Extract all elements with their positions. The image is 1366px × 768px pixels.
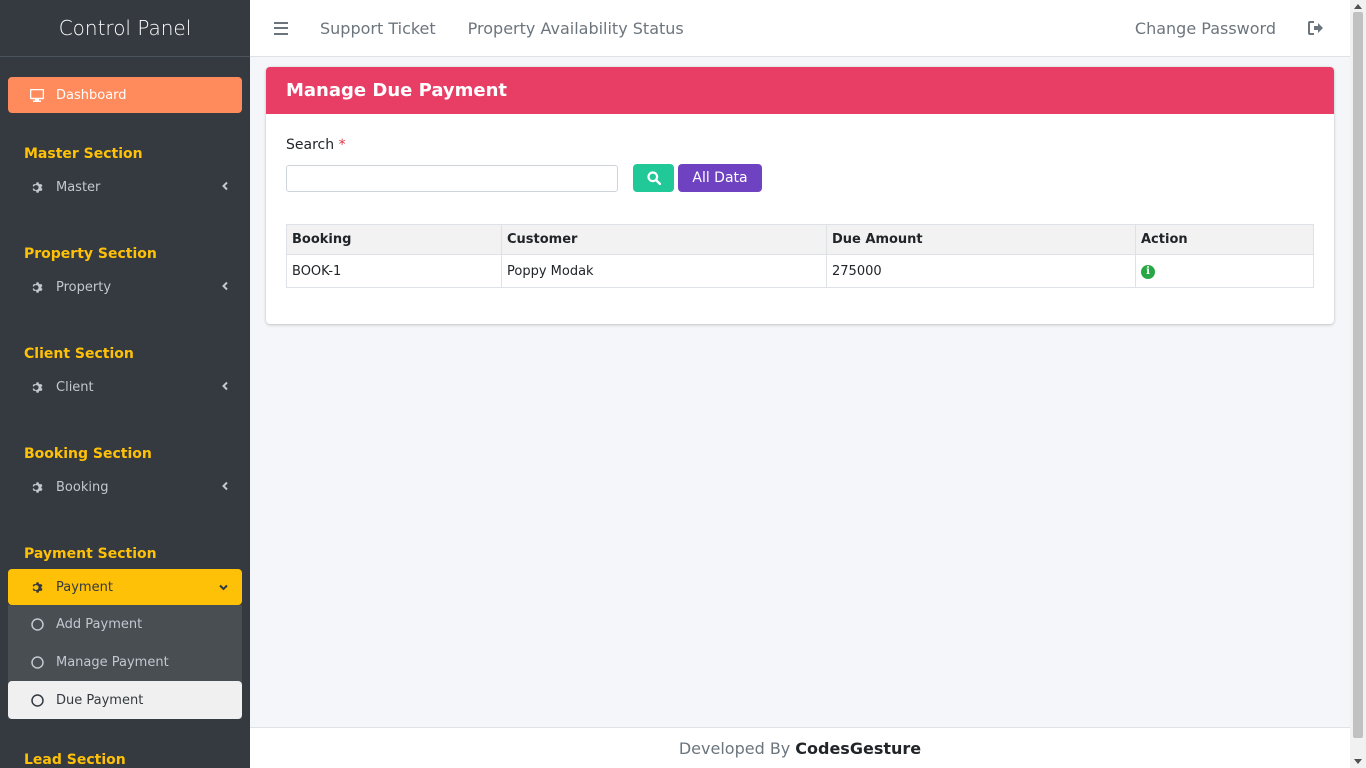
section-header-property: Property Section <box>24 246 157 262</box>
scroll-up-icon[interactable] <box>1354 4 1362 9</box>
sidebar-item-payment[interactable]: Payment <box>8 569 242 605</box>
section-header-master: Master Section <box>24 146 143 162</box>
sidebar-item-add-payment[interactable]: Add Payment <box>8 605 242 643</box>
sidebar-item-label: Payment <box>56 579 113 595</box>
search-label-text: Search <box>286 137 335 153</box>
footer-prefix: Developed By <box>678 738 791 758</box>
sidebar-item-label: Booking <box>56 479 109 495</box>
sign-out-icon[interactable] <box>1308 21 1324 35</box>
nav-support-ticket[interactable]: Support Ticket <box>320 19 436 38</box>
sidebar-item-dashboard[interactable]: Dashboard <box>8 77 242 113</box>
section-header-booking: Booking Section <box>24 446 152 462</box>
sidebar-item-label: Add Payment <box>56 616 143 632</box>
sidebar-item-client[interactable]: Client <box>8 369 242 405</box>
all-data-button[interactable]: All Data <box>678 164 762 192</box>
scroll-down-icon[interactable] <box>1354 759 1362 764</box>
sidebar-item-due-payment[interactable]: Due Payment <box>8 681 242 719</box>
search-button[interactable] <box>633 164 674 192</box>
circle-icon <box>30 693 44 707</box>
desktop-icon <box>30 88 44 102</box>
column-header-customer: Customer <box>501 224 827 255</box>
circle-icon <box>30 655 44 669</box>
gear-icon <box>30 480 44 494</box>
sidebar-item-manage-payment[interactable]: Manage Payment <box>8 643 242 681</box>
page-title: Manage Due Payment <box>286 80 508 101</box>
gear-icon <box>30 180 44 194</box>
sidebar-item-booking[interactable]: Booking <box>8 469 242 505</box>
sidebar-item-label: Client <box>56 379 94 395</box>
chevron-left-icon <box>222 180 228 195</box>
chevron-left-icon <box>222 480 228 495</box>
cell-customer: Poppy Modak <box>501 254 827 288</box>
payment-submenu: Add Payment Manage Payment Due Payment <box>8 605 242 719</box>
chevron-left-icon <box>222 280 228 295</box>
due-payment-card: Manage Due Payment Search * All Data Boo… <box>266 67 1334 324</box>
search-input[interactable] <box>286 165 618 192</box>
column-header-due-amount: Due Amount <box>826 224 1136 255</box>
section-header-client: Client Section <box>24 346 134 362</box>
top-navbar: Support Ticket Property Availability Sta… <box>250 0 1350 57</box>
sidebar-item-master[interactable]: Master <box>8 169 242 205</box>
sidebar-item-property[interactable]: Property <box>8 269 242 305</box>
nav-property-availability[interactable]: Property Availability Status <box>468 19 684 38</box>
footer-brand: CodesGesture <box>795 738 922 758</box>
section-header-lead: Lead Section <box>24 752 126 768</box>
chevron-down-icon <box>219 580 228 595</box>
card-header: Manage Due Payment <box>266 67 1334 114</box>
gear-icon <box>30 580 44 594</box>
bars-icon[interactable] <box>274 21 288 35</box>
sidebar-item-label: Dashboard <box>56 87 127 103</box>
sidebar: Control Panel Dashboard Master Section M… <box>0 0 250 768</box>
column-header-booking: Booking <box>286 224 502 255</box>
due-payment-table: Booking Customer Due Amount Action BOOK-… <box>286 224 1314 288</box>
cell-due-amount: 275000 <box>826 254 1136 288</box>
sidebar-item-label: Due Payment <box>56 692 144 708</box>
cell-booking: BOOK-1 <box>286 254 502 288</box>
gear-icon <box>30 380 44 394</box>
footer: Developed By CodesGesture <box>250 727 1350 768</box>
nav-change-password[interactable]: Change Password <box>1135 19 1276 38</box>
sidebar-item-label: Property <box>56 279 112 295</box>
table-row: BOOK-1 Poppy Modak 275000 i <box>286 254 1314 288</box>
circle-icon <box>30 617 44 631</box>
chevron-left-icon <box>222 380 228 395</box>
brand-title[interactable]: Control Panel <box>0 0 250 57</box>
column-header-action: Action <box>1135 224 1314 255</box>
table-header-row: Booking Customer Due Amount Action <box>286 224 1314 255</box>
cell-action: i <box>1135 254 1314 288</box>
section-header-payment: Payment Section <box>24 546 157 562</box>
sidebar-nav: Dashboard Master Section Master Property… <box>0 77 250 768</box>
search-label: Search * <box>286 137 346 153</box>
required-marker: * <box>338 137 346 153</box>
info-circle-icon[interactable]: i <box>1141 264 1155 279</box>
gear-icon <box>30 280 44 294</box>
sidebar-item-label: Manage Payment <box>56 654 169 670</box>
page-scrollbar[interactable] <box>1350 0 1366 768</box>
search-icon <box>646 171 661 185</box>
sidebar-item-label: Master <box>56 179 101 195</box>
scrollbar-thumb[interactable] <box>1353 12 1363 738</box>
